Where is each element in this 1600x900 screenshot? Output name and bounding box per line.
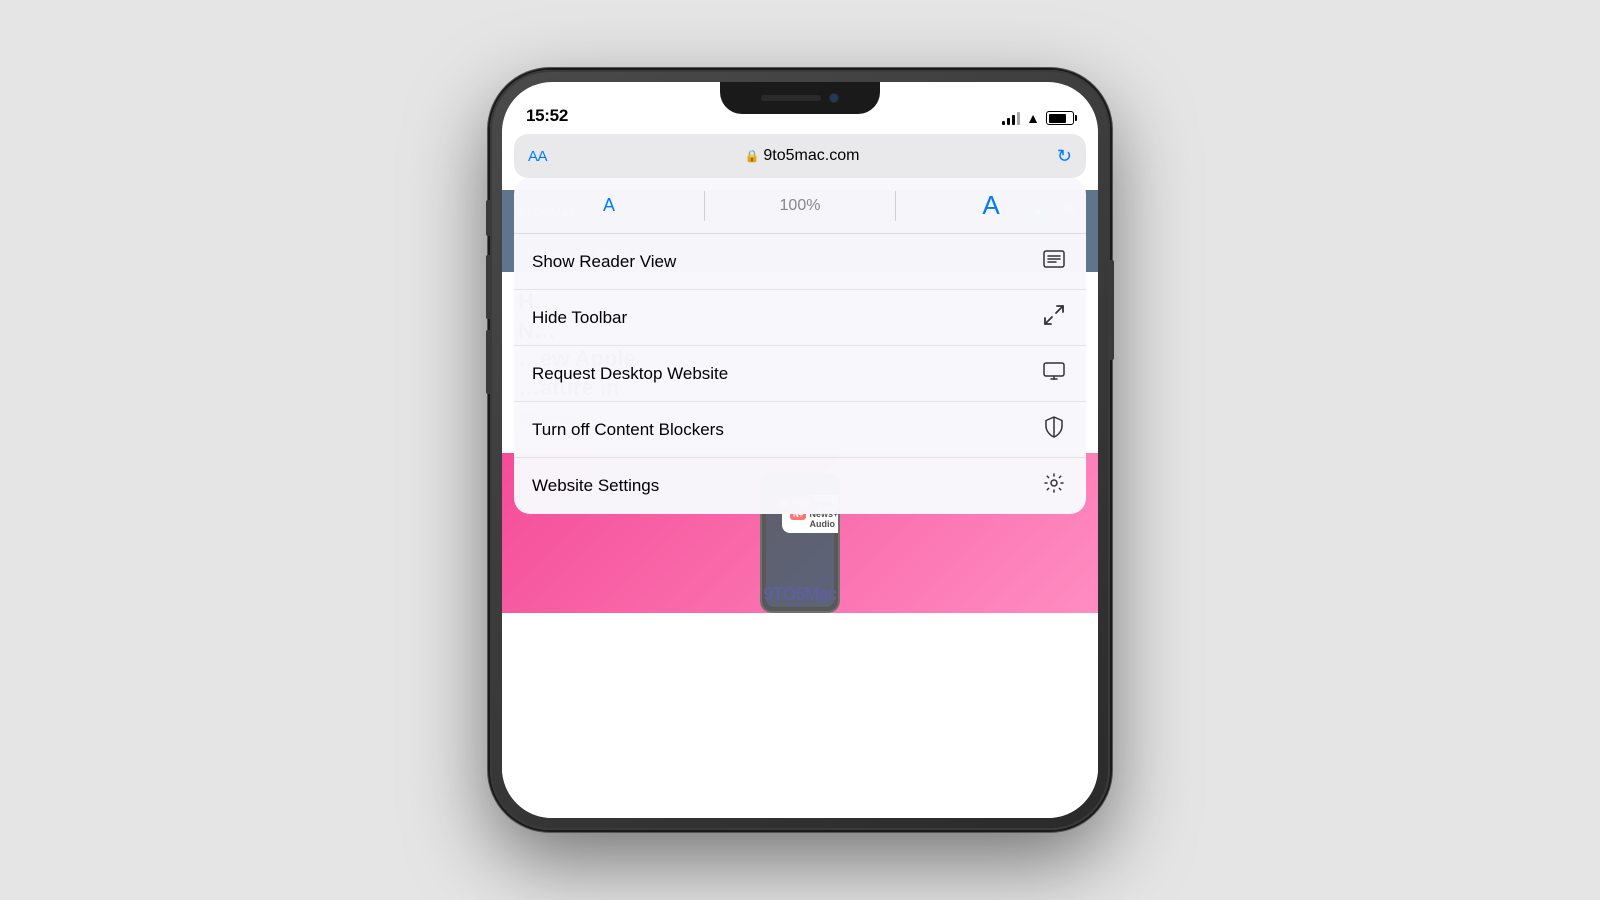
small-a-label: A [603, 195, 615, 216]
signal-strength-icon [1002, 111, 1020, 125]
monitor-icon [1040, 362, 1068, 386]
turn-off-content-blockers-item[interactable]: Turn off Content Blockers [514, 402, 1086, 458]
scene: 15:52 ▲ AA 🔒 9to5mac.com ↻ [490, 70, 1110, 830]
signal-bar-1 [1002, 121, 1005, 125]
hide-toolbar-label: Hide Toolbar [532, 308, 1040, 328]
shield-icon [1040, 416, 1068, 444]
lock-icon: 🔒 [744, 149, 759, 163]
aa-button[interactable]: AA [528, 148, 547, 165]
battery-fill [1049, 114, 1066, 123]
url-text: 9to5mac.com [763, 147, 859, 165]
signal-bar-3 [1012, 115, 1015, 125]
show-reader-view-label: Show Reader View [532, 252, 1040, 272]
decrease-font-button[interactable]: A [514, 178, 704, 233]
expand-icon [1040, 304, 1068, 332]
refresh-button[interactable]: ↻ [1057, 146, 1072, 167]
address-bar[interactable]: AA 🔒 9to5mac.com ↻ [514, 134, 1086, 178]
increase-font-button[interactable]: A [896, 178, 1086, 233]
request-desktop-label: Request Desktop Website [532, 364, 1040, 384]
reader-icon [1040, 250, 1068, 274]
volume-down-button[interactable] [486, 330, 490, 394]
status-icons: ▲ [1002, 110, 1074, 126]
mute-button[interactable] [486, 200, 490, 236]
speaker-grille [761, 95, 821, 101]
url-display[interactable]: 🔒 9to5mac.com [557, 147, 1047, 165]
turn-off-content-blockers-label: Turn off Content Blockers [532, 420, 1040, 440]
status-time: 15:52 [526, 106, 568, 126]
dropdown-menu: A 100% A Show Reader View [514, 178, 1086, 514]
notch [720, 82, 880, 114]
font-percentage: 100% [705, 197, 895, 215]
iphone-screen: 15:52 ▲ AA 🔒 9to5mac.com ↻ [502, 82, 1098, 818]
volume-up-button[interactable] [486, 255, 490, 319]
gear-icon [1040, 472, 1068, 500]
front-camera [829, 93, 839, 103]
signal-bar-2 [1007, 118, 1010, 125]
menu-list: Show Reader View Hide Toolbar [514, 234, 1086, 514]
hide-toolbar-item[interactable]: Hide Toolbar [514, 290, 1086, 346]
font-size-row: A 100% A [514, 178, 1086, 234]
large-a-label: A [982, 190, 999, 221]
request-desktop-item[interactable]: Request Desktop Website [514, 346, 1086, 402]
website-settings-label: Website Settings [532, 476, 1040, 496]
wifi-icon: ▲ [1026, 110, 1040, 126]
battery-icon [1046, 111, 1074, 125]
show-reader-view-item[interactable]: Show Reader View [514, 234, 1086, 290]
website-settings-item[interactable]: Website Settings [514, 458, 1086, 514]
power-button[interactable] [1110, 260, 1114, 360]
signal-bar-4 [1017, 112, 1020, 125]
